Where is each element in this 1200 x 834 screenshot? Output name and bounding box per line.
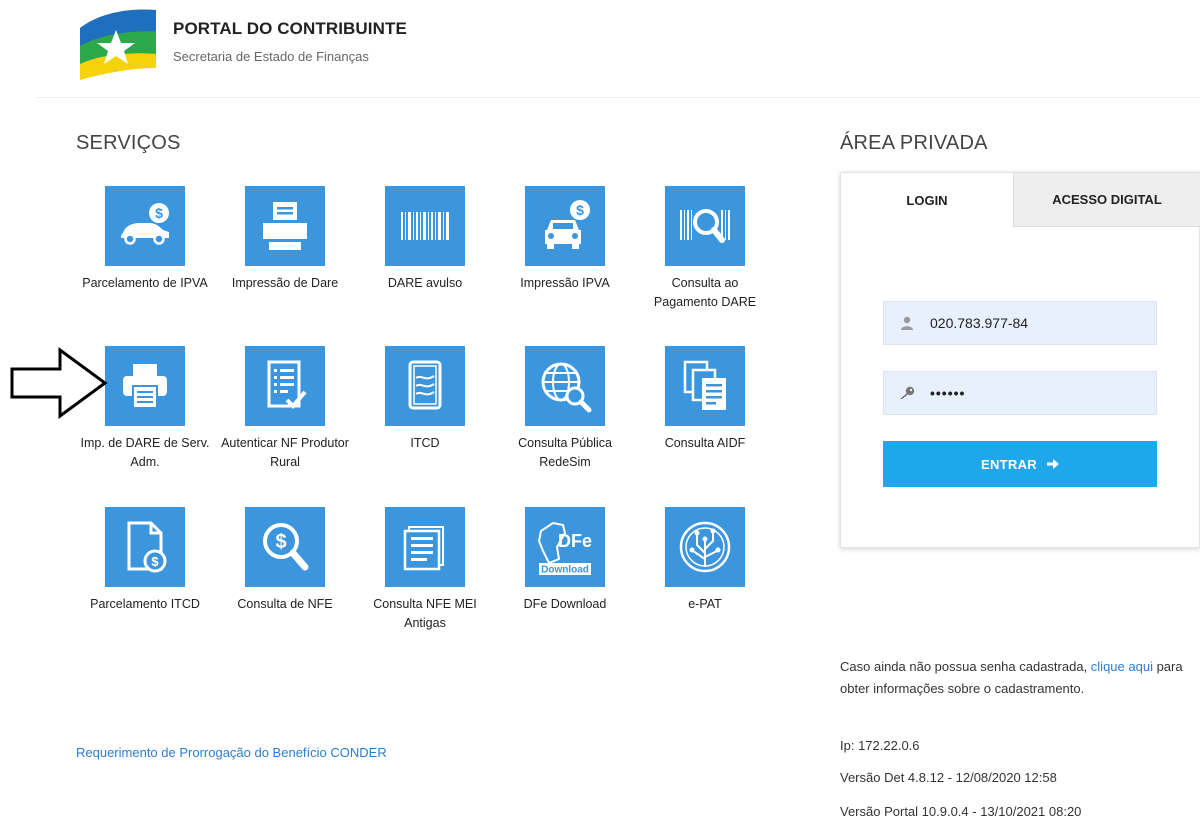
service-label: Consulta AIDF — [664, 436, 746, 450]
enter-button-label: ENTRAR — [981, 456, 1037, 472]
portal-logo — [80, 9, 156, 80]
service-impressao-dare[interactable]: Impressão de Dare — [215, 186, 355, 293]
car-money-icon: $ — [105, 186, 185, 266]
svg-text:$: $ — [275, 531, 286, 553]
service-label: Consulta NFE MEI Antigas — [373, 597, 477, 630]
portal-subtitle: Secretaria de Estado de Finanças — [173, 49, 369, 64]
password-field[interactable] — [883, 371, 1157, 415]
username-field[interactable] — [883, 301, 1157, 345]
documents-icon — [665, 346, 745, 426]
svg-text:DFe: DFe — [558, 531, 592, 551]
printer-document-icon — [105, 346, 185, 426]
service-impressao-ipva[interactable]: $ Impressão IPVA — [495, 186, 635, 293]
service-label: DARE avulso — [387, 276, 463, 290]
service-e-pat[interactable]: e-PAT — [635, 507, 775, 614]
printer-icon — [245, 186, 325, 266]
service-consulta-nfe[interactable]: $ Consulta de NFE — [215, 507, 355, 614]
service-label: Imp. de DARE de Serv. Adm. — [80, 436, 210, 469]
service-label: Parcelamento ITCD — [90, 597, 200, 611]
portal-title: PORTAL DO CONTRIBUINTE — [173, 19, 407, 38]
arrow-right-icon — [10, 347, 108, 419]
password-input[interactable] — [930, 385, 1140, 401]
svg-text:$: $ — [151, 554, 159, 569]
user-icon — [884, 316, 930, 330]
globe-search-icon — [525, 346, 605, 426]
tree-circuit-icon — [665, 507, 745, 587]
service-dare-avulso[interactable]: DARE avulso — [355, 186, 495, 293]
service-label: Autenticar NF Produtor Rural — [221, 436, 349, 469]
certificate-icon — [385, 346, 465, 426]
private-area-heading: ÁREA PRIVADA — [840, 132, 988, 154]
document-money-icon: $ — [105, 507, 185, 587]
registration-info: Caso ainda não possua senha cadastrada, … — [840, 656, 1185, 700]
enter-button[interactable]: ENTRAR — [883, 441, 1157, 487]
checklist-icon — [245, 346, 325, 426]
service-label: DFe Download — [523, 597, 607, 611]
arrow-right-icon — [1046, 459, 1059, 469]
header-divider — [36, 97, 1200, 98]
login-panel: LOGIN ACESSO DIGITAL ENTRAR — [840, 172, 1200, 548]
newspaper-icon — [385, 507, 465, 587]
service-label: ITCD — [410, 436, 440, 450]
money-search-icon: $ — [245, 507, 325, 587]
service-autenticar-nf[interactable]: Autenticar NF Produtor Rural — [215, 346, 355, 472]
conder-link[interactable]: Requerimento de Prorrogação do Benefício… — [76, 745, 387, 760]
dfe-download-icon: DFe Download — [525, 507, 605, 587]
info-text-before: Caso ainda não possua senha cadastrada, — [840, 659, 1091, 674]
service-parcelamento-itcd[interactable]: $ Parcelamento ITCD — [75, 507, 215, 614]
service-dfe-download[interactable]: DFe Download DFe Download — [495, 507, 635, 614]
barcode-icon — [385, 186, 465, 266]
key-icon — [884, 386, 930, 400]
service-label: Impressão de Dare — [231, 276, 339, 290]
click-here-link[interactable]: clique aqui — [1091, 659, 1153, 674]
service-label: Parcelamento de IPVA — [82, 276, 208, 290]
service-label: Consulta de NFE — [237, 597, 333, 611]
service-consulta-nfe-mei[interactable]: Consulta NFE MEI Antigas — [355, 507, 495, 633]
ip-text: Ip: 172.22.0.6 — [840, 738, 920, 753]
svg-text:$: $ — [576, 202, 584, 218]
service-label: Impressão IPVA — [520, 276, 610, 290]
service-consulta-aidf[interactable]: Consulta AIDF — [635, 346, 775, 453]
service-label: Consulta ao Pagamento DARE — [653, 276, 757, 309]
service-parcelamento-ipva[interactable]: $ Parcelamento de IPVA — [75, 186, 215, 293]
version-portal-text: Versão Portal 10.9.0.4 - 13/10/2021 08:2… — [840, 804, 1082, 819]
service-consulta-pagamento-dare[interactable]: Consulta ao Pagamento DARE — [635, 186, 775, 312]
service-consulta-redesim[interactable]: Consulta Pública RedeSim — [495, 346, 635, 472]
barcode-search-icon — [665, 186, 745, 266]
tab-login[interactable]: LOGIN — [841, 173, 1013, 227]
username-input[interactable] — [930, 315, 1140, 331]
service-label: Consulta Pública RedeSim — [518, 436, 612, 469]
svg-text:Download: Download — [541, 565, 589, 576]
svg-text:$: $ — [155, 205, 163, 221]
service-label: e-PAT — [688, 597, 722, 611]
service-itcd[interactable]: ITCD — [355, 346, 495, 453]
services-heading: SERVIÇOS — [76, 132, 181, 154]
version-det-text: Versão Det 4.8.12 - 12/08/2020 12:58 — [840, 770, 1057, 785]
tab-acesso-digital[interactable]: ACESSO DIGITAL — [1013, 173, 1200, 227]
car-front-money-icon: $ — [525, 186, 605, 266]
